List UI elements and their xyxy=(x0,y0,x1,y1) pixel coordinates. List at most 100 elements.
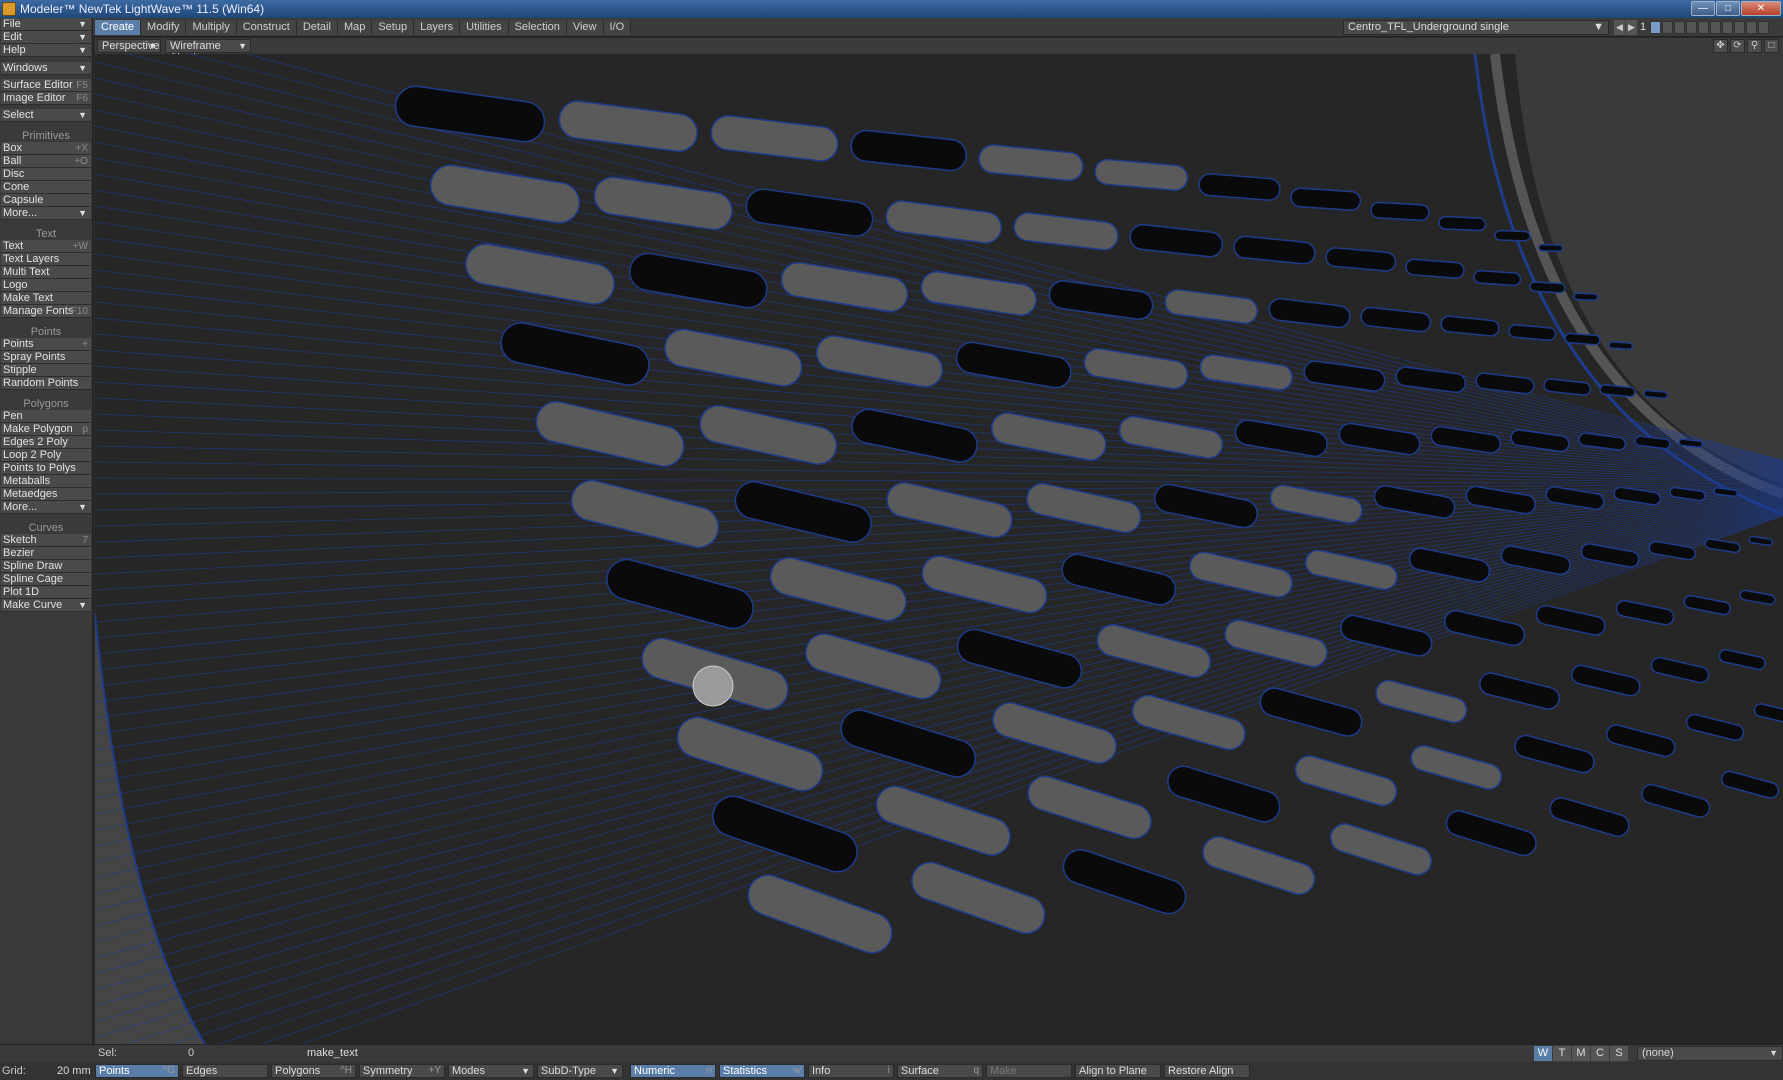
tab-map[interactable]: Map xyxy=(337,20,373,35)
spline-draw-button[interactable]: Spline Draw xyxy=(1,560,91,573)
spline-cage-button[interactable]: Spline Cage xyxy=(1,573,91,586)
numeric-button[interactable]: Numeric n xyxy=(630,1064,716,1078)
object-select-dropdown[interactable]: Centro_TFL_Underground single ▼ xyxy=(1343,20,1609,35)
cylinder-object xyxy=(692,665,734,707)
layer-slot[interactable] xyxy=(1662,21,1673,34)
cone-label: Cone xyxy=(3,181,30,193)
make-polygon-button[interactable]: Make Polygon p xyxy=(1,423,91,436)
edit-menu[interactable]: Edit ▼ xyxy=(1,31,91,44)
stipple-button[interactable]: Stipple xyxy=(1,364,91,377)
tab-detail[interactable]: Detail xyxy=(296,20,338,35)
toggle-m[interactable]: M xyxy=(1572,1046,1590,1061)
points-button[interactable]: Points + xyxy=(1,338,91,351)
layer-slot[interactable] xyxy=(1746,21,1757,34)
move-view-icon[interactable]: ✥ xyxy=(1713,39,1728,53)
tab-selection[interactable]: Selection xyxy=(508,20,567,35)
file-menu[interactable]: File ▼ xyxy=(1,18,91,31)
layer-slot[interactable] xyxy=(1734,21,1745,34)
layer-slot[interactable] xyxy=(1758,21,1769,34)
bezier-button[interactable]: Bezier xyxy=(1,547,91,560)
layer-slot[interactable] xyxy=(1722,21,1733,34)
surface-button[interactable]: Surface q xyxy=(897,1064,983,1078)
modes-dropdown[interactable]: Modes ▼ xyxy=(448,1064,534,1078)
layer-slot[interactable] xyxy=(1686,21,1697,34)
text-button[interactable]: Text +W xyxy=(1,240,91,253)
tab-construct[interactable]: Construct xyxy=(236,20,297,35)
primitives-more-menu[interactable]: More... ▼ xyxy=(1,207,91,220)
shortcut-label: +Y xyxy=(428,1065,441,1076)
edges-2-poly-button[interactable]: Edges 2 Poly xyxy=(1,436,91,449)
make-text-button[interactable]: Make Text xyxy=(1,292,91,305)
random-points-button[interactable]: Random Points xyxy=(1,377,91,390)
image-editor-button[interactable]: Image Editor F6 xyxy=(1,92,91,105)
make-button[interactable]: Make xyxy=(986,1064,1072,1078)
prev-layer-button[interactable]: ◀ xyxy=(1614,20,1625,35)
capsule-opening xyxy=(465,243,615,305)
spray-points-button[interactable]: Spray Points xyxy=(1,351,91,364)
disc-button[interactable]: Disc xyxy=(1,168,91,181)
sketch-button[interactable]: Sketch 7 xyxy=(1,534,91,547)
multi-text-button[interactable]: Multi Text xyxy=(1,266,91,279)
surface-filter-dropdown[interactable]: (none) ▼ xyxy=(1637,1046,1783,1061)
shading-mode-dropdown[interactable]: Wireframe Shade ▼ xyxy=(165,39,251,64)
make-curve-menu[interactable]: Make Curve ▼ xyxy=(1,599,91,612)
subd-type-dropdown[interactable]: SubD-Type ▼ xyxy=(537,1064,623,1078)
windows-menu[interactable]: Windows ▼ xyxy=(1,62,91,75)
tab-create[interactable]: Create xyxy=(95,20,142,35)
tab-view[interactable]: View xyxy=(566,20,604,35)
tab-setup[interactable]: Setup xyxy=(372,20,415,35)
pen-button[interactable]: Pen xyxy=(1,410,91,423)
toggle-t[interactable]: T xyxy=(1553,1046,1571,1061)
surface-editor-button[interactable]: Surface Editor F5 xyxy=(1,79,91,92)
loop-2-poly-button[interactable]: Loop 2 Poly xyxy=(1,449,91,462)
layer-slot[interactable] xyxy=(1698,21,1709,34)
metaedges-button[interactable]: Metaedges xyxy=(1,488,91,501)
window-title: Modeler™ NewTek LightWave™ 11.5 (Win64) xyxy=(20,2,265,16)
minimize-button[interactable]: — xyxy=(1691,1,1715,16)
logo-button[interactable]: Logo xyxy=(1,279,91,292)
toggle-s[interactable]: S xyxy=(1610,1046,1628,1061)
close-button[interactable]: ✕ xyxy=(1741,1,1781,16)
manage-fonts-button[interactable]: Manage Fonts F10 xyxy=(1,305,91,318)
points-mode-button[interactable]: Points ^G xyxy=(95,1064,179,1078)
perspective-viewport[interactable] xyxy=(95,54,1783,1044)
metaballs-button[interactable]: Metaballs xyxy=(1,475,91,488)
layer-slot[interactable] xyxy=(1650,21,1661,34)
tab-multiply[interactable]: Multiply xyxy=(186,20,237,35)
shortcut-label: ^G xyxy=(162,1065,175,1076)
next-layer-button[interactable]: ▶ xyxy=(1626,20,1637,35)
help-menu[interactable]: Help ▼ xyxy=(1,44,91,57)
capsule-button[interactable]: Capsule xyxy=(1,194,91,207)
restore-align-button[interactable]: Restore Align xyxy=(1164,1064,1250,1078)
ball-button[interactable]: Ball +O xyxy=(1,155,91,168)
symmetry-button[interactable]: Symmetry +Y xyxy=(359,1064,445,1078)
layer-slot[interactable] xyxy=(1710,21,1721,34)
toggle-w[interactable]: W xyxy=(1534,1046,1552,1061)
capsule-opening xyxy=(1473,269,1522,287)
toggle-c[interactable]: C xyxy=(1591,1046,1609,1061)
zoom-view-icon[interactable]: ⚲ xyxy=(1747,39,1762,53)
select-menu[interactable]: Select ▼ xyxy=(1,109,91,122)
tab-layers[interactable]: Layers xyxy=(414,20,461,35)
statistics-button[interactable]: Statistics w xyxy=(719,1064,805,1078)
view-type-dropdown[interactable]: Perspective ▼ xyxy=(97,39,161,53)
cone-button[interactable]: Cone xyxy=(1,181,91,194)
polygons-mode-button[interactable]: Polygons ^H xyxy=(271,1064,356,1078)
info-button[interactable]: Info i xyxy=(808,1064,894,1078)
plot-1d-button[interactable]: Plot 1D xyxy=(1,586,91,599)
tab-utilities[interactable]: Utilities xyxy=(460,20,509,35)
maximize-viewport-icon[interactable]: □ xyxy=(1764,39,1779,53)
tab-modify[interactable]: Modify xyxy=(141,20,187,35)
edges-mode-button[interactable]: Edges xyxy=(182,1064,268,1078)
align-to-plane-button[interactable]: Align to Plane xyxy=(1075,1064,1161,1078)
rotate-view-icon[interactable]: ⟳ xyxy=(1730,39,1745,53)
capsule-opening xyxy=(535,401,685,467)
layer-slot[interactable] xyxy=(1674,21,1685,34)
primitives-header: Primitives xyxy=(1,130,91,142)
points-to-polys-button[interactable]: Points to Polys xyxy=(1,462,91,475)
maximize-button[interactable]: □ xyxy=(1716,1,1740,16)
tab-i-o[interactable]: I/O xyxy=(603,20,632,35)
box-button[interactable]: Box +X xyxy=(1,142,91,155)
text-layers-button[interactable]: Text Layers xyxy=(1,253,91,266)
polygons-more-menu[interactable]: More... ▼ xyxy=(1,501,91,514)
